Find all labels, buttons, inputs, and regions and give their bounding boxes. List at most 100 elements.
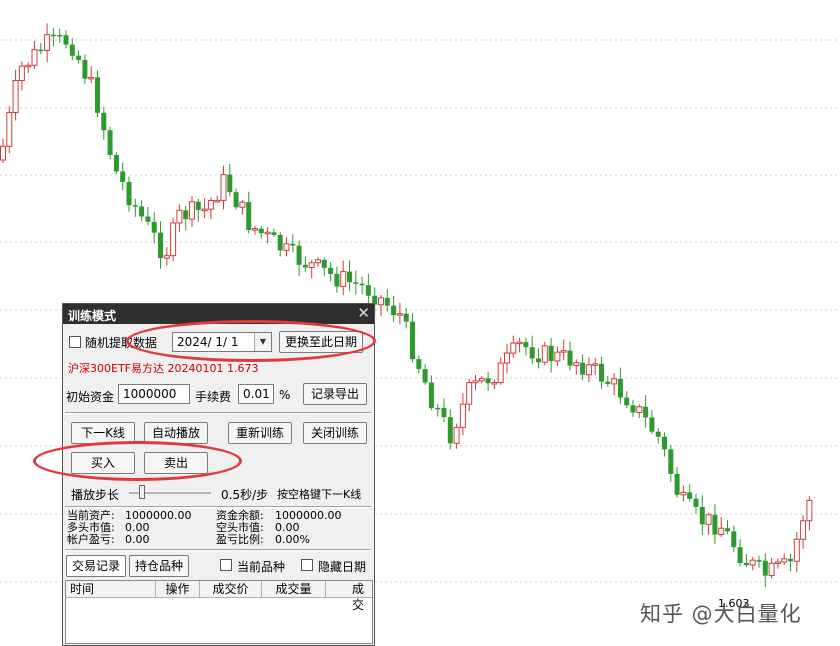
step-hint: 按空格键下一K线 <box>277 488 362 501</box>
annotation-oval <box>33 441 242 481</box>
candle <box>554 351 561 362</box>
candle <box>76 55 82 60</box>
tab-holdings[interactable]: 持仓品种 <box>129 555 189 577</box>
candle <box>145 216 151 222</box>
column-header[interactable]: 操作 <box>156 581 200 597</box>
candle <box>220 174 227 201</box>
column-header[interactable]: 成交 <box>326 581 372 612</box>
candle <box>139 206 145 217</box>
candle <box>50 34 56 37</box>
candle <box>762 560 768 576</box>
candle <box>781 558 788 563</box>
candle <box>617 378 623 398</box>
pl-ratio-value: 0.00% <box>275 533 310 546</box>
candle <box>731 531 737 548</box>
table-header: 时间 操作 成交价 成交量 成交 <box>66 581 372 612</box>
candle <box>756 560 762 562</box>
candle <box>0 145 6 161</box>
candle <box>277 234 283 251</box>
candle <box>699 506 705 525</box>
candle <box>6 112 13 147</box>
candle <box>611 378 618 385</box>
candle <box>290 243 296 246</box>
candle <box>410 321 415 360</box>
candle <box>340 271 347 288</box>
candle <box>189 201 195 220</box>
candle <box>793 538 800 562</box>
candle <box>176 209 183 224</box>
candle <box>567 350 573 366</box>
candle <box>441 407 447 418</box>
column-header[interactable]: 成交价 <box>200 581 262 597</box>
candle <box>560 350 567 353</box>
fee-unit: % <box>279 388 291 402</box>
candle <box>315 259 321 264</box>
candle <box>31 49 38 66</box>
candle <box>151 221 157 233</box>
trade-records-table[interactable]: 时间 操作 成交价 成交量 成交 <box>65 580 373 644</box>
candle <box>516 341 523 345</box>
candle <box>233 192 239 208</box>
candle <box>321 259 327 268</box>
initial-capital-label: 初始资金 <box>66 390 115 404</box>
candle <box>573 362 580 367</box>
candle <box>725 528 730 532</box>
candle <box>523 342 529 348</box>
candle <box>491 382 498 385</box>
candle <box>365 285 371 296</box>
candle <box>126 181 132 206</box>
candle <box>264 231 271 235</box>
candle <box>44 34 51 52</box>
candle <box>132 205 138 207</box>
candle <box>806 499 813 522</box>
candle <box>422 369 428 383</box>
initial-capital-input[interactable]: 1000000 <box>118 384 190 404</box>
random-data-checkbox[interactable] <box>69 336 81 348</box>
candle <box>636 406 643 414</box>
close-training-button[interactable]: 关闭训练 <box>303 422 367 444</box>
candle <box>296 245 302 265</box>
candle <box>391 305 397 316</box>
candle <box>353 282 359 284</box>
fee-input[interactable]: 0.01 <box>238 384 274 404</box>
candle <box>82 59 88 79</box>
close-icon[interactable]: ✕ <box>357 304 370 322</box>
candle <box>227 174 233 193</box>
annotation-oval <box>126 320 376 362</box>
candle <box>258 228 264 234</box>
pl-ratio-label: 盈亏比例: <box>216 533 264 546</box>
tab-trade-records[interactable]: 交易记录 <box>66 555 126 577</box>
candle <box>214 199 221 203</box>
candle <box>283 243 290 251</box>
candle <box>25 64 32 68</box>
hide-date-checkbox[interactable] <box>301 559 313 571</box>
candle <box>57 34 63 37</box>
candle <box>207 199 214 210</box>
column-header[interactable]: 时间 <box>66 581 156 597</box>
candle <box>428 382 434 408</box>
candle <box>478 377 485 382</box>
retrain-button[interactable]: 重新训练 <box>228 422 292 444</box>
fee-label: 手续费 <box>195 390 232 404</box>
export-records-button[interactable]: 记录导出 <box>303 383 367 405</box>
candle <box>163 255 170 259</box>
candle <box>624 397 630 406</box>
candle <box>69 44 75 56</box>
candle <box>334 273 340 287</box>
candle <box>800 520 807 540</box>
candle <box>649 417 655 432</box>
candle <box>459 403 466 428</box>
panel-title: 训练模式 <box>68 309 117 323</box>
candle <box>737 547 743 564</box>
candle <box>328 267 334 274</box>
candle <box>453 426 460 444</box>
candle <box>271 232 277 235</box>
candle <box>788 558 793 562</box>
candle <box>107 130 113 155</box>
candle <box>497 362 504 384</box>
speed-slider-handle[interactable] <box>139 485 145 499</box>
candle <box>662 436 667 450</box>
current-product-checkbox[interactable] <box>220 559 232 571</box>
candle <box>630 405 636 413</box>
column-header[interactable]: 成交量 <box>262 581 326 597</box>
